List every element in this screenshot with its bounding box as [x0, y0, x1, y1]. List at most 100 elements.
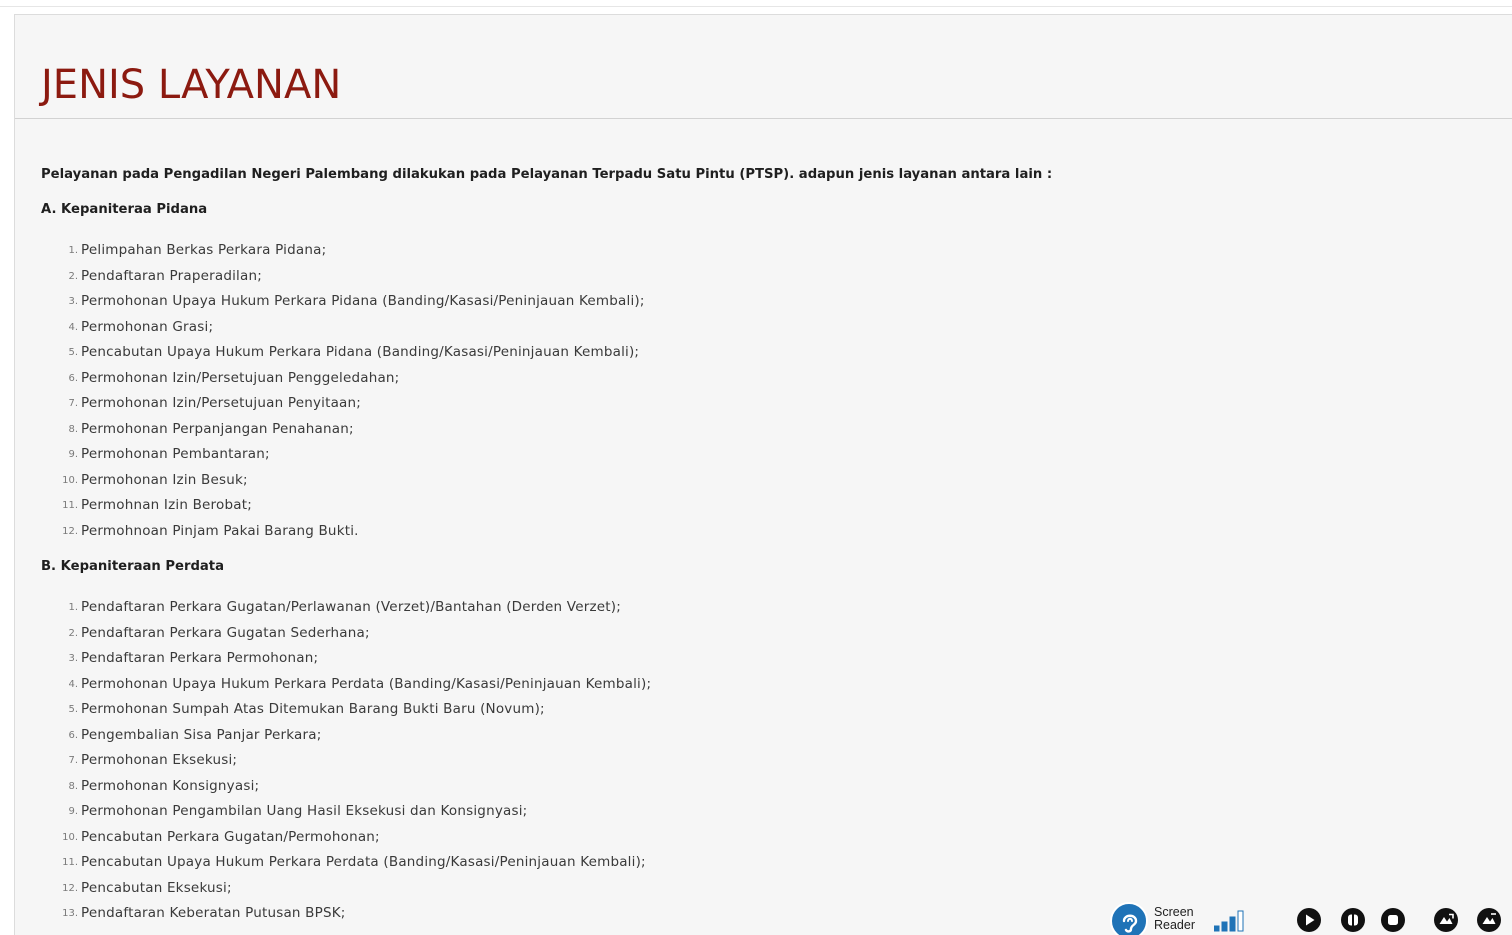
- list-item-text: Permohonan Upaya Hukum Perkara Pidana (B…: [81, 293, 645, 309]
- title-divider: [15, 118, 1512, 119]
- speed-up-button[interactable]: [1434, 908, 1458, 932]
- list-item-number: 6.: [68, 729, 78, 741]
- page-title: JENIS LAYANAN: [41, 62, 342, 108]
- list-item-number: 6.: [68, 372, 78, 384]
- list-item: 9. Permohonan Pengambilan Uang Hasil Ekse…: [41, 801, 651, 827]
- screen-reader-label-line2: Reader: [1154, 918, 1195, 932]
- speed-up-icon: [1439, 913, 1454, 924]
- list-item: 10. Pencabutan Perkara Gugatan/Permohonan…: [41, 827, 651, 853]
- list-item: 4. Permohonan Grasi;: [41, 317, 645, 343]
- top-divider: [0, 6, 1512, 7]
- stop-icon: [1388, 915, 1398, 925]
- list-item: 3. Pendaftaran Perkara Permohonan;: [41, 648, 651, 674]
- list-item-number: 12.: [62, 525, 78, 537]
- pause-icon: [1348, 914, 1358, 926]
- list-item: 6. Pengembalian Sisa Panjar Perkara;: [41, 725, 651, 751]
- list-item: 10. Permohonan Izin Besuk;: [41, 470, 645, 496]
- list-item-number: 12.: [62, 882, 78, 894]
- speed-down-button[interactable]: [1477, 908, 1501, 932]
- list-item-text: Pengembalian Sisa Panjar Perkara;: [81, 726, 322, 743]
- list-item-number: 5.: [68, 347, 78, 358]
- intro-text: Pelayanan pada Pengadilan Negeri Palemba…: [41, 167, 1053, 182]
- list-item-text: Pendaftaran Perkara Gugatan Sederhana;: [81, 624, 370, 641]
- list-item: 1. Pendaftaran Perkara Gugatan/Perlawanan…: [41, 597, 651, 623]
- list-item: 2. Pendaftaran Praperadilan;: [41, 266, 645, 292]
- screen-reader-label: Screen Reader: [1154, 906, 1214, 932]
- list-item-number: 5.: [68, 704, 78, 715]
- list-item-number: 2.: [68, 270, 78, 282]
- section-heading-perdata: B. Kepaniteraan Perdata: [41, 559, 225, 574]
- list-item-text: Permohonan Izin/Persetujuan Penggeledaha…: [81, 369, 400, 386]
- list-item-text: Pendaftaran Perkara Permohonan;: [81, 650, 319, 666]
- list-item-text: Pencabutan Perkara Gugatan/Permohonan;: [81, 828, 380, 845]
- list-item-number: 11.: [62, 857, 78, 868]
- volume-bar[interactable]: [1221, 921, 1228, 932]
- list-item-text: Pendaftaran Praperadilan;: [81, 267, 262, 284]
- list-item-text: Permohonan Izin/Persetujuan Penyitaan;: [81, 395, 362, 411]
- list-item: 8. Permohonan Konsignyasi;: [41, 776, 651, 802]
- list-item-text: Permohonan Eksekusi;: [81, 752, 238, 768]
- list-item-number: 4.: [68, 321, 78, 333]
- list-item-number: 3.: [68, 653, 78, 664]
- list-item-text: Permohonan Pembantaran;: [81, 446, 270, 462]
- list-item-number: 2.: [68, 627, 78, 639]
- pause-button[interactable]: [1341, 908, 1365, 932]
- page: JENIS LAYANAN Pelayanan pada Pengadilan …: [0, 0, 1512, 935]
- list-item-number: 10.: [62, 474, 78, 486]
- list-item-text: Permohonan Grasi;: [81, 318, 214, 335]
- list-item-text: Permohonan Pengambilan Uang Hasil Ekseku…: [81, 803, 528, 819]
- list-item-number: 9.: [68, 806, 78, 817]
- list-item: 11. Permohnan Izin Berobat;: [41, 495, 645, 521]
- list-item: 3. Permohonan Upaya Hukum Perkara Pidana …: [41, 291, 645, 317]
- section-heading-pidana: A. Kepaniteraa Pidana: [41, 202, 208, 217]
- list-item-number: 1.: [68, 245, 78, 256]
- list-item-text: Pencabutan Eksekusi;: [81, 879, 232, 896]
- list-item-number: 9.: [68, 449, 78, 460]
- list-item-number: 7.: [68, 755, 78, 766]
- volume-slider[interactable]: [1214, 910, 1274, 932]
- list-item-text: Permohnan Izin Berobat;: [81, 497, 252, 513]
- list-item-text: Permohonan Upaya Hukum Perkara Perdata (…: [81, 675, 652, 692]
- list-perdata: 1. Pendaftaran Perkara Gugatan/Perlawanan…: [41, 597, 651, 929]
- list-item-text: Pencabutan Upaya Hukum Perkara Pidana (B…: [81, 344, 640, 360]
- ear-icon[interactable]: [1110, 902, 1148, 935]
- content-panel: JENIS LAYANAN Pelayanan pada Pengadilan …: [14, 14, 1512, 935]
- list-item: 5. Pencabutan Upaya Hukum Perkara Pidana …: [41, 342, 645, 368]
- list-item: 5. Permohonan Sumpah Atas Ditemukan Baran…: [41, 699, 651, 725]
- list-item: 1. Pelimpahan Berkas Perkara Pidana;: [41, 240, 645, 266]
- list-item-text: Pendaftaran Perkara Gugatan/Perlawanan (…: [81, 599, 621, 615]
- volume-bar[interactable]: [1229, 916, 1236, 932]
- list-item-number: 4.: [68, 678, 78, 690]
- list-item-text: Permohonan Izin Besuk;: [81, 471, 248, 488]
- list-item-text: Permohonan Perpanjangan Penahanan;: [81, 420, 354, 437]
- list-item-number: 8.: [68, 780, 78, 792]
- list-item-number: 7.: [68, 398, 78, 409]
- list-item-text: Pendaftaran Keberatan Putusan BPSK;: [81, 905, 346, 921]
- play-icon: [1306, 914, 1315, 926]
- list-item-number: 3.: [68, 296, 78, 307]
- list-item: 7. Permohonan Izin/Persetujuan Penyitaan;: [41, 393, 645, 419]
- stop-button[interactable]: [1381, 908, 1405, 932]
- list-item: 4. Permohonan Upaya Hukum Perkara Perdata…: [41, 674, 651, 700]
- list-item-text: Permohnoan Pinjam Pakai Barang Bukti.: [81, 522, 359, 539]
- list-pidana: 1. Pelimpahan Berkas Perkara Pidana; 2. Pe…: [41, 240, 645, 546]
- volume-bar[interactable]: [1214, 925, 1220, 932]
- list-item: 2. Pendaftaran Perkara Gugatan Sederhana;: [41, 623, 651, 649]
- list-item: 6. Permohonan Izin/Persetujuan Penggeleda…: [41, 368, 645, 394]
- play-button[interactable]: [1297, 908, 1321, 932]
- list-item-number: 10.: [62, 831, 78, 843]
- list-item-number: 13.: [62, 908, 78, 919]
- list-item-number: 1.: [68, 602, 78, 613]
- list-item-number: 8.: [68, 423, 78, 435]
- list-item: 9. Permohonan Pembantaran;: [41, 444, 645, 470]
- volume-bar[interactable]: [1237, 910, 1244, 932]
- list-item-text: Permohonan Konsignyasi;: [81, 777, 260, 794]
- list-item-text: Pelimpahan Berkas Perkara Pidana;: [81, 242, 327, 258]
- list-item: 7. Permohonan Eksekusi;: [41, 750, 651, 776]
- list-item: 13. Pendaftaran Keberatan Putusan BPSK;: [41, 903, 651, 929]
- list-item: 12. Pencabutan Eksekusi;: [41, 878, 651, 904]
- list-item: 11. Pencabutan Upaya Hukum Perkara Perdat…: [41, 852, 651, 878]
- list-item: 12. Permohnoan Pinjam Pakai Barang Bukti.: [41, 521, 645, 547]
- list-item-number: 11.: [62, 500, 78, 511]
- list-item-text: Permohonan Sumpah Atas Ditemukan Barang …: [81, 701, 545, 717]
